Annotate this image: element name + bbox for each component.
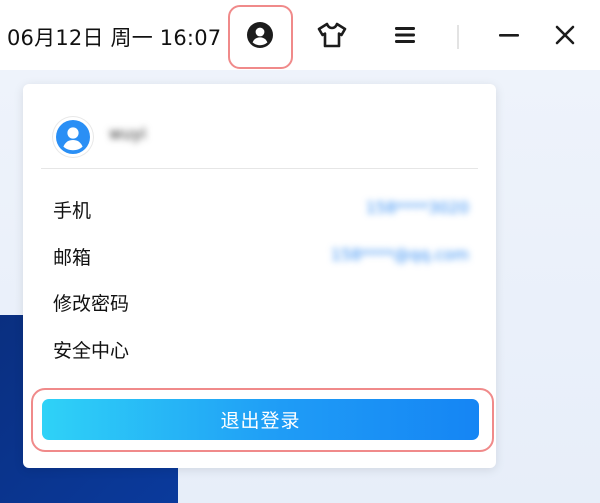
date-time-label: 06月12日 周一 16:07: [7, 26, 222, 50]
phone-value: 158****3020: [365, 198, 469, 217]
tshirt-icon: [317, 22, 347, 48]
hamburger-menu-icon: [395, 27, 415, 43]
close-button[interactable]: [546, 16, 584, 54]
avatar: [53, 117, 93, 157]
logout-button[interactable]: 退出登录: [42, 399, 479, 440]
user-account-button[interactable]: [241, 16, 279, 54]
user-circle-icon: [247, 22, 273, 48]
toolbar-separator: [457, 25, 459, 49]
email-label: 邮箱: [53, 247, 92, 269]
security-center-item[interactable]: 安全中心: [53, 336, 129, 363]
change-password-item[interactable]: 修改密码: [53, 289, 129, 316]
phone-label: 手机: [53, 200, 92, 222]
main-menu-button[interactable]: [386, 16, 424, 54]
divider: [41, 168, 478, 169]
skin-button[interactable]: [313, 16, 351, 54]
minimize-button[interactable]: [490, 16, 528, 54]
minimize-icon: [499, 34, 519, 37]
username-label: wuyi: [109, 124, 147, 143]
email-value: 158****@qq.com: [330, 245, 469, 264]
title-bar: 06月12日 周一 16:07: [0, 0, 600, 70]
user-avatar-icon: [56, 120, 90, 154]
close-icon: [555, 25, 575, 45]
